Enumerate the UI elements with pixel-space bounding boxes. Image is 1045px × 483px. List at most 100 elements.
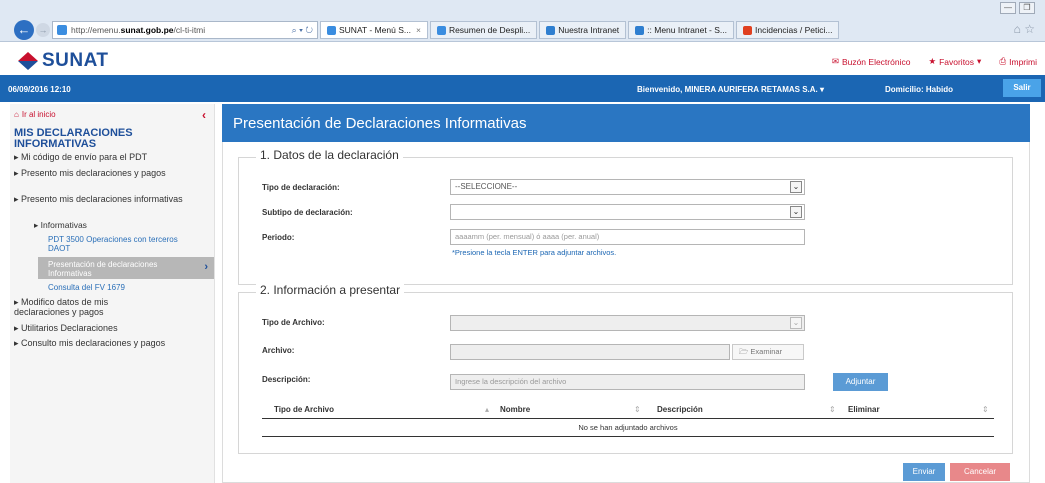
column-tipo-archivo[interactable]: Tipo de Archivo <box>274 405 334 414</box>
browser-tab-label: Resumen de Despli... <box>448 25 531 35</box>
welcome-label: Bienvenido, MINERA AURIFERA RETAMAS S.A. <box>637 85 818 94</box>
tipo-declaracion-select[interactable]: --SELECCIONE-- ⌄ <box>450 179 805 195</box>
tipo-declaracion-value: --SELECCIONE-- <box>455 182 518 191</box>
periodo-label: Periodo: <box>262 233 295 242</box>
sunat-logo: SUNAT <box>18 50 109 72</box>
sidebar-item-label: Utilitarios Declaraciones <box>21 323 118 333</box>
section-1-legend: 1. Datos de la declaración <box>256 148 403 162</box>
sidebar-item-modifico[interactable]: ▸ Modifico datos de mis declaraciones y … <box>14 297 164 317</box>
favicon-icon <box>743 25 752 35</box>
sidebar-item-label: Mi código de envío para el PDT <box>21 152 148 162</box>
favicon-icon <box>327 25 336 35</box>
column-eliminar[interactable]: Eliminar <box>848 405 880 414</box>
sidebar-item-presento-pagos[interactable]: ▸ Presento mis declaraciones y pagos <box>14 168 199 178</box>
browser-tab[interactable]: Nuestra Intranet <box>539 21 627 39</box>
url-domain: sunat.gob.pe <box>120 25 174 35</box>
sort-icon[interactable]: ⇕ <box>982 405 989 414</box>
address-bar[interactable]: http://emenu. sunat.gob.pe/cl-ti-itmi ⌕ ▾… <box>52 21 318 39</box>
enter-hint: *Presione la tecla ENTER para adjuntar a… <box>452 248 617 257</box>
examinar-button[interactable]: 🗁 Examinar <box>732 344 804 360</box>
favicon-icon <box>436 25 446 35</box>
header-links: ✉ Buzón Electrónico ★ Favoritos ▾ ⎙ Imprimi <box>832 56 1037 67</box>
sidebar-item-fv1679[interactable]: Consulta del FV 1679 <box>48 283 188 292</box>
attachments-table-header: Tipo de Archivo ▴ Nombre ⇕ Descripción ⇕… <box>262 401 994 419</box>
subtipo-declaracion-select[interactable]: ⌄ <box>450 204 805 220</box>
restore-icon[interactable]: ❐ <box>1019 2 1035 14</box>
address-tools-icon[interactable]: ⌕ ▾ ↻ <box>292 25 317 36</box>
favicon-icon <box>546 25 556 35</box>
page-title: Presentación de Declaraciones Informativ… <box>222 104 1030 142</box>
enviar-button[interactable]: Enviar <box>903 463 945 481</box>
chevron-down-icon: ⌄ <box>790 206 802 218</box>
chevron-down-icon: ⌄ <box>790 317 802 329</box>
section-datos-declaracion <box>238 157 1013 285</box>
chevron-right-icon: › <box>204 261 208 273</box>
sidebar-item-codigo-envio[interactable]: ▸ Mi código de envío para el PDT <box>14 152 204 162</box>
section-2-legend: 2. Información a presentar <box>256 283 405 297</box>
welcome-user[interactable]: Bienvenido, MINERA AURIFERA RETAMAS S.A.… <box>637 85 824 94</box>
sidebar-item-label: Presento mis declaraciones informativas <box>21 194 183 204</box>
logo-text: SUNAT <box>42 50 109 71</box>
url-suffix: /cl-ti-itmi <box>173 25 206 35</box>
sort-icon[interactable]: ⇕ <box>829 405 836 414</box>
cancelar-button[interactable]: Cancelar <box>950 463 1010 481</box>
browser-tab-label: Nuestra Intranet <box>558 25 620 35</box>
sidebar-sub-informativas[interactable]: ▸ Informativas <box>34 220 87 231</box>
tipo-declaracion-label: Tipo de declaración: <box>262 183 340 192</box>
column-nombre[interactable]: Nombre <box>500 405 530 414</box>
sidebar-item-pdt3500[interactable]: PDT 3500 Operaciones con terceros DAOT <box>48 235 188 253</box>
browser-tab-label: SUNAT - Menú S... <box>339 25 411 35</box>
descripcion-input[interactable]: Ingrese la descripción del archivo <box>450 374 805 390</box>
sidebar-item-utilitarios[interactable]: ▸ Utilitarios Declaraciones <box>14 323 204 333</box>
sort-icon[interactable]: ⇕ <box>634 405 641 414</box>
archivo-input[interactable] <box>450 344 730 360</box>
browser-toolbar: — ❐ ← → http://emenu. sunat.gob.pe/cl-ti-… <box>0 0 1045 42</box>
sidebar-title: MIS DECLARACIONES INFORMATIVAS <box>14 127 133 150</box>
home-label: Ir al inicio <box>21 110 56 119</box>
printer-icon: ⎙ <box>999 56 1007 66</box>
favoritos-label: Favoritos <box>939 56 975 67</box>
buzon-link[interactable]: ✉ Buzón Electrónico <box>832 56 911 67</box>
imprimir-label: Imprimi <box>1009 56 1037 67</box>
site-header: SUNAT ✉ Buzón Electrónico ★ Favoritos ▾ ⎙ Im… <box>0 43 1045 75</box>
sidebar-item-consulto[interactable]: ▸ Consulto mis declaraciones y pagos <box>14 338 204 348</box>
sidebar-item-presentacion: Presentación de declaraciones Informativ… <box>48 260 158 278</box>
table-empty-row: No se han adjuntado archivos <box>262 419 994 437</box>
sort-up-icon[interactable]: ▴ <box>485 405 489 414</box>
tipo-archivo-select[interactable]: ⌄ <box>450 315 805 331</box>
sidebar-item-presento-informativas[interactable]: ▸ Presento mis declaraciones informativa… <box>14 194 199 204</box>
examinar-label: Examinar <box>750 347 783 356</box>
periodo-input[interactable]: aaaamm (per. mensual) ó aaaa (per. anual… <box>450 229 805 245</box>
sunat-logo-icon <box>18 52 38 70</box>
close-tab-icon[interactable]: × <box>416 22 421 38</box>
session-datetime: 06/09/2016 12:10 <box>8 85 71 94</box>
home-link[interactable]: ⌂ Ir al inicio <box>14 110 56 119</box>
browser-tab[interactable]: Resumen de Despli... <box>429 21 538 39</box>
adjuntar-button[interactable]: Adjuntar <box>833 373 888 391</box>
home-star-icons[interactable]: ⌂ ☆ <box>1014 22 1035 36</box>
star-icon: ★ <box>928 56 937 66</box>
collapse-sidebar-icon[interactable]: ‹ <box>202 108 206 122</box>
column-descripcion[interactable]: Descripción <box>657 405 703 414</box>
logout-button[interactable]: Salir <box>1003 79 1041 97</box>
descripcion-label: Descripción: <box>262 375 311 384</box>
folder-icon: 🗁 <box>739 347 749 356</box>
browser-tab[interactable]: Incidencias / Petici... <box>736 21 840 39</box>
sidebar-item-label: Presento mis declaraciones y pagos <box>21 168 166 178</box>
chevron-down-icon: ▾ <box>819 85 824 94</box>
favicon-icon <box>635 25 645 35</box>
sidebar-item-label: Modifico datos de mis declaraciones y pa… <box>14 297 109 317</box>
forward-arrow-icon[interactable]: → <box>36 23 50 37</box>
imprimir-link[interactable]: ⎙ Imprimi <box>999 56 1037 67</box>
tipo-archivo-label: Tipo de Archivo: <box>262 318 325 327</box>
chevron-down-icon: ⌄ <box>790 181 802 193</box>
browser-tab-label: :: Menu Intranet - S... <box>647 25 727 35</box>
favoritos-link[interactable]: ★ Favoritos ▾ <box>928 56 981 67</box>
back-arrow-icon[interactable]: ← <box>14 20 34 40</box>
browser-tab[interactable]: :: Menu Intranet - S... <box>628 21 734 39</box>
archivo-label: Archivo: <box>262 346 295 355</box>
browser-tabs: SUNAT - Menú S... × Resumen de Despli... Nu… <box>320 21 840 39</box>
browser-tab[interactable]: SUNAT - Menú S... × <box>320 21 428 39</box>
minimize-icon[interactable]: — <box>1000 2 1016 14</box>
url-prefix: http://emenu. <box>71 25 121 35</box>
